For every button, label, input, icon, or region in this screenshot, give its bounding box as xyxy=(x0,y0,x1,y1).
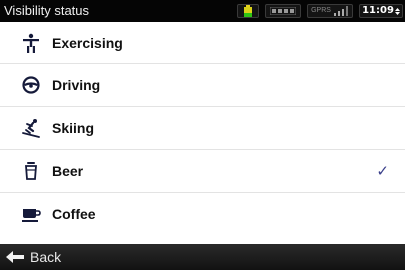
steering-wheel-icon xyxy=(20,74,42,96)
list-item-beer[interactable]: Beer ✓ xyxy=(0,150,405,193)
clock-time: 11:09 xyxy=(362,5,394,16)
coffee-cup-icon xyxy=(20,203,42,225)
status-bar: Visibility status GPRS 11:09 xyxy=(0,0,405,22)
back-button[interactable]: Back xyxy=(6,244,61,270)
list-item-label: Skiing xyxy=(52,120,95,136)
phone-signal-icon xyxy=(265,4,301,18)
skier-icon xyxy=(20,117,42,139)
list-item-coffee[interactable]: Coffee xyxy=(0,193,405,235)
list-item-label: Driving xyxy=(52,77,101,93)
back-label: Back xyxy=(30,249,62,265)
list-item-exercising[interactable]: Exercising xyxy=(0,22,405,64)
selected-checkmark-icon: ✓ xyxy=(376,163,389,180)
list-item-label: Coffee xyxy=(52,206,96,222)
status-icons: GPRS 11:09 xyxy=(237,3,403,19)
page-title: Visibility status xyxy=(4,3,90,18)
battery-icon xyxy=(237,4,259,18)
exercising-icon xyxy=(20,32,42,54)
bottom-bar: Back xyxy=(0,244,405,270)
gprs-label: GPRS xyxy=(311,7,331,14)
beer-icon xyxy=(20,160,42,182)
back-arrow-icon xyxy=(6,251,24,263)
gprs-signal-icon: GPRS xyxy=(307,4,353,18)
clock: 11:09 xyxy=(359,4,403,18)
list-item-label: Beer xyxy=(52,163,84,179)
list-item-skiing[interactable]: Skiing xyxy=(0,107,405,150)
list-item-driving[interactable]: Driving xyxy=(0,64,405,107)
list-item-label: Exercising xyxy=(52,34,123,51)
visibility-list: Exercising Driving Skiing Beer ✓ Coffee xyxy=(0,22,405,235)
